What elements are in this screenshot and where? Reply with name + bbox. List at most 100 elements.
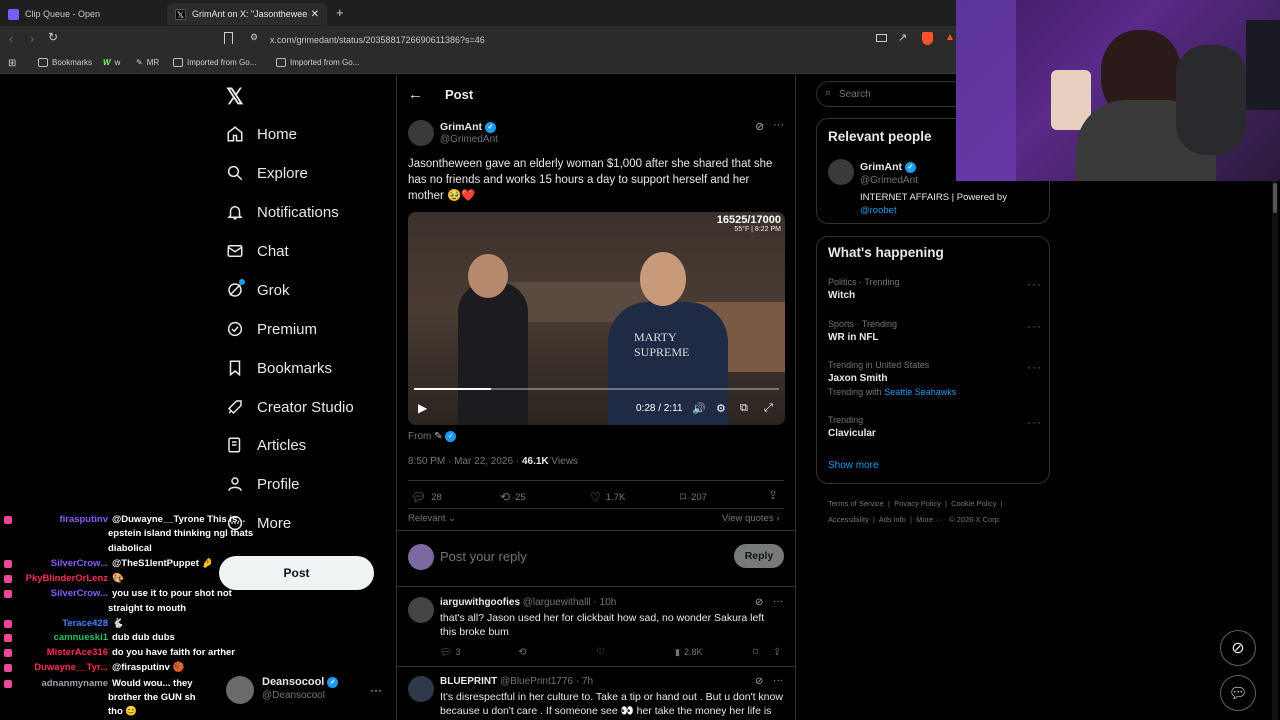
chat-username[interactable]: Terace428 — [16, 618, 108, 629]
search-input[interactable] — [839, 87, 959, 101]
settings-icon[interactable]: ⚙ — [716, 402, 726, 415]
trend-more-icon[interactable]: ··· — [1027, 360, 1042, 374]
nav-chat[interactable]: Chat — [226, 238, 289, 264]
reply-button[interactable]: Reply — [734, 544, 784, 568]
folder-icon — [38, 58, 48, 67]
nav-home[interactable]: Home — [226, 121, 297, 147]
share-icon[interactable]: ⇪ — [768, 488, 778, 502]
nav-premium[interactable]: Premium — [226, 316, 317, 342]
search-box[interactable]: ⌕ — [816, 81, 966, 107]
show-more-link[interactable]: Show more — [828, 460, 879, 471]
author-name[interactable]: GrimAnt ✓ — [440, 121, 496, 133]
grok-explain-icon[interactable]: ⊘ — [755, 676, 763, 687]
close-tab-icon[interactable]: ✕ — [311, 9, 319, 20]
chat-badge-icon — [4, 589, 12, 598]
video-progress-track[interactable] — [414, 388, 779, 390]
bookmark-stat[interactable]: ⌑ 207 — [680, 490, 707, 504]
more-options-icon[interactable]: ··· — [773, 119, 784, 131]
nav-articles[interactable]: Articles — [226, 432, 306, 458]
forward-arrow-icon[interactable]: › — [30, 31, 34, 46]
bookmark-w[interactable]: Ww — [103, 58, 120, 67]
grok-explain-icon[interactable]: ⊘ — [755, 597, 763, 608]
nav-explore[interactable]: Explore — [226, 160, 308, 186]
bookmark-page-icon[interactable] — [224, 32, 233, 44]
messages-float-button[interactable]: 💬︎ — [1220, 675, 1256, 711]
reply-views-stat[interactable]: ▮ 2.8K — [675, 647, 702, 658]
new-tab-icon[interactable]: + — [336, 5, 344, 20]
nav-creator-studio[interactable]: Creator Studio — [226, 394, 354, 420]
volume-icon[interactable]: 🔊 — [692, 402, 706, 415]
chat-text: straight to mouth — [108, 603, 187, 614]
person-left-head — [468, 254, 508, 298]
tweet-video[interactable]: MARTY SUPREME 16525/17000 55°F | 8:22 PM … — [408, 212, 785, 425]
trend-item[interactable]: Politics · Trending Witch — [828, 277, 900, 301]
repost-stat[interactable]: ⟲ 25 — [500, 490, 526, 504]
bookmark-imported-1[interactable]: Imported from Go... — [173, 58, 256, 67]
chat-message: adnanmyname Would wou... they — [4, 678, 193, 689]
chat-username[interactable]: MisterAce316 — [16, 647, 108, 658]
reply-stat[interactable]: 💬︎ 28 — [411, 490, 442, 504]
play-icon[interactable]: ▶ — [418, 401, 427, 415]
trend-more-icon[interactable]: ··· — [1027, 277, 1042, 291]
mr-logo-icon: ✎ — [136, 58, 143, 67]
divider — [408, 480, 784, 481]
back-arrow-icon[interactable]: ← — [408, 86, 423, 103]
nav-grok[interactable]: Grok — [226, 277, 290, 303]
bookmark-imported-2[interactable]: Imported from Go... — [276, 58, 359, 67]
chat-username[interactable]: Duwayne__Tyr... — [16, 662, 108, 673]
view-quotes-link[interactable]: View quotes › — [722, 513, 779, 524]
chat-username[interactable]: adnanmyname — [16, 678, 108, 689]
scrollbar-thumb[interactable] — [1273, 183, 1277, 213]
pip-icon[interactable]: ⧉ — [740, 402, 748, 415]
more-options-icon[interactable]: ··· — [773, 675, 783, 686]
back-arrow-icon[interactable]: ‹ — [9, 31, 13, 46]
chat-username[interactable]: PkyBlinderOrLenz — [16, 573, 108, 584]
trend-more-icon[interactable]: ··· — [1027, 415, 1042, 429]
more-options-icon[interactable]: ··· — [773, 596, 783, 607]
browser-tab-clip-queue[interactable]: Clip Queue - Open — [0, 3, 165, 25]
browser-tab-x-post[interactable]: 𝕏 GrimAnt on X: "Jasontheween ga ✕ — [167, 3, 327, 25]
apps-grid-icon[interactable]: ⊞ — [8, 58, 16, 69]
x-logo-icon[interactable]: 𝕏 — [226, 84, 244, 110]
address-bar[interactable]: x.com/grimedant/status/20358817266906113… — [242, 31, 962, 49]
nav-notifications[interactable]: Notifications — [226, 199, 339, 225]
chat-message: SilverCrow... @TheS1lentPuppet 🤌 — [4, 558, 213, 569]
bookmark-icon[interactable]: ⌑ — [753, 647, 758, 658]
trend-item[interactable]: Trending in United States Jaxon Smith Tr… — [828, 360, 956, 397]
repost-icon[interactable]: ⟲ — [518, 647, 526, 658]
sort-dropdown[interactable]: Relevant ⌄ — [408, 513, 456, 524]
heart-icon[interactable]: ♡ — [596, 647, 605, 658]
video-time: 0:28 / 2:11 — [636, 403, 683, 414]
bookmark-bookmarks[interactable]: Bookmarks — [38, 58, 92, 67]
chat-username[interactable]: SilverCrow... — [16, 588, 108, 599]
trend-more-icon[interactable]: ··· — [1027, 319, 1042, 333]
bookmark-icon — [226, 359, 244, 377]
like-stat[interactable]: ♡ 1.7K — [590, 490, 625, 504]
nav-profile[interactable]: Profile — [226, 471, 300, 497]
article-icon — [226, 436, 244, 454]
chat-username[interactable]: SilverCrow... — [16, 558, 108, 569]
relevant-avatar[interactable] — [828, 159, 854, 185]
chat-username[interactable]: firasputinv — [16, 514, 108, 525]
trend-item[interactable]: Trending Clavicular — [828, 415, 876, 439]
reload-icon[interactable]: ↻ — [48, 30, 58, 44]
account-menu-icon[interactable]: ··· — [370, 683, 382, 697]
reply-input[interactable] — [440, 547, 720, 565]
reply-avatar[interactable] — [408, 676, 434, 702]
chat-badge-icon — [4, 679, 12, 688]
nav-bookmarks[interactable]: Bookmarks — [226, 355, 332, 381]
divider — [397, 586, 795, 587]
chat-username[interactable]: camnueski1 — [16, 632, 108, 643]
chat-text: 🐇 — [112, 618, 124, 630]
verified-badge-icon: ✓ — [327, 676, 339, 688]
bookmark-mr[interactable]: ✎ MR — [136, 58, 159, 67]
reply-reply-stat[interactable]: 💬︎ 3 — [440, 647, 460, 658]
reply-avatar[interactable] — [408, 597, 434, 623]
share-icon[interactable]: ⇪ — [773, 647, 781, 658]
fullscreen-icon[interactable]: ⤢ — [764, 402, 773, 415]
relevant-name[interactable]: GrimAnt ✓ — [860, 161, 916, 173]
author-avatar[interactable] — [408, 120, 434, 146]
grok-explain-icon[interactable]: ⊘ — [755, 120, 764, 133]
grok-float-button[interactable]: ⊘ — [1220, 630, 1256, 666]
trend-item[interactable]: Sports · Trending WR in NFL — [828, 319, 897, 343]
